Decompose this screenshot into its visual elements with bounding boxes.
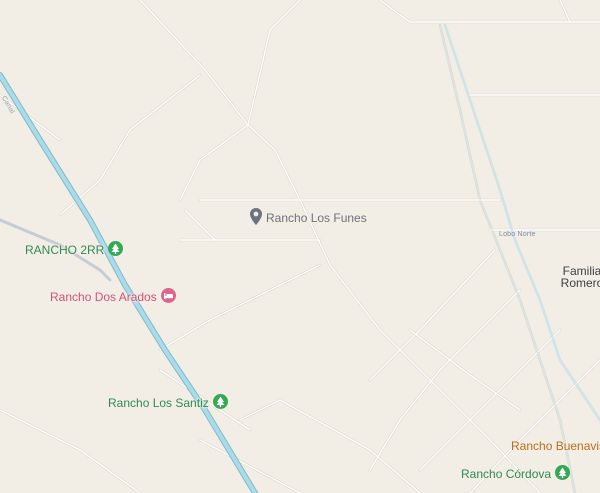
tree-icon bbox=[108, 241, 124, 259]
place-pin-icon bbox=[250, 208, 262, 228]
tree-icon bbox=[212, 394, 228, 412]
poi-rancho-cordova[interactable]: Rancho Córdova bbox=[461, 465, 571, 483]
poi-label: Rancho Dos Arados bbox=[50, 290, 157, 304]
poi-label: RANCHO 2RR bbox=[25, 243, 105, 257]
poi-label: Rancho Buenavista bbox=[511, 439, 600, 453]
poi-rancho-2rr[interactable]: RANCHO 2RR bbox=[25, 241, 124, 259]
poi-label: Rancho Los Funes bbox=[266, 211, 367, 225]
poi-rancho-dos-arados[interactable]: Rancho Dos Arados bbox=[50, 288, 176, 306]
poi-rancho-buenavista[interactable]: Rancho Buenavista bbox=[511, 436, 600, 456]
poi-rancho-los-funes[interactable]: Rancho Los Funes bbox=[250, 208, 367, 228]
tree-icon bbox=[555, 465, 571, 483]
place-label-familia-romero: Familia Romero bbox=[560, 265, 600, 289]
map-canvas[interactable]: Lobo Norte Canal Familia Romero Rancho L… bbox=[0, 0, 600, 493]
poi-label: Rancho Los Santiz bbox=[108, 396, 209, 410]
road-label-lobo-norte: Lobo Norte bbox=[499, 231, 536, 238]
poi-rancho-los-santiz[interactable]: Rancho Los Santiz bbox=[108, 394, 228, 412]
poi-label: Rancho Córdova bbox=[461, 467, 552, 481]
place-label-line2: Romero bbox=[560, 276, 600, 290]
bed-icon bbox=[160, 288, 176, 306]
